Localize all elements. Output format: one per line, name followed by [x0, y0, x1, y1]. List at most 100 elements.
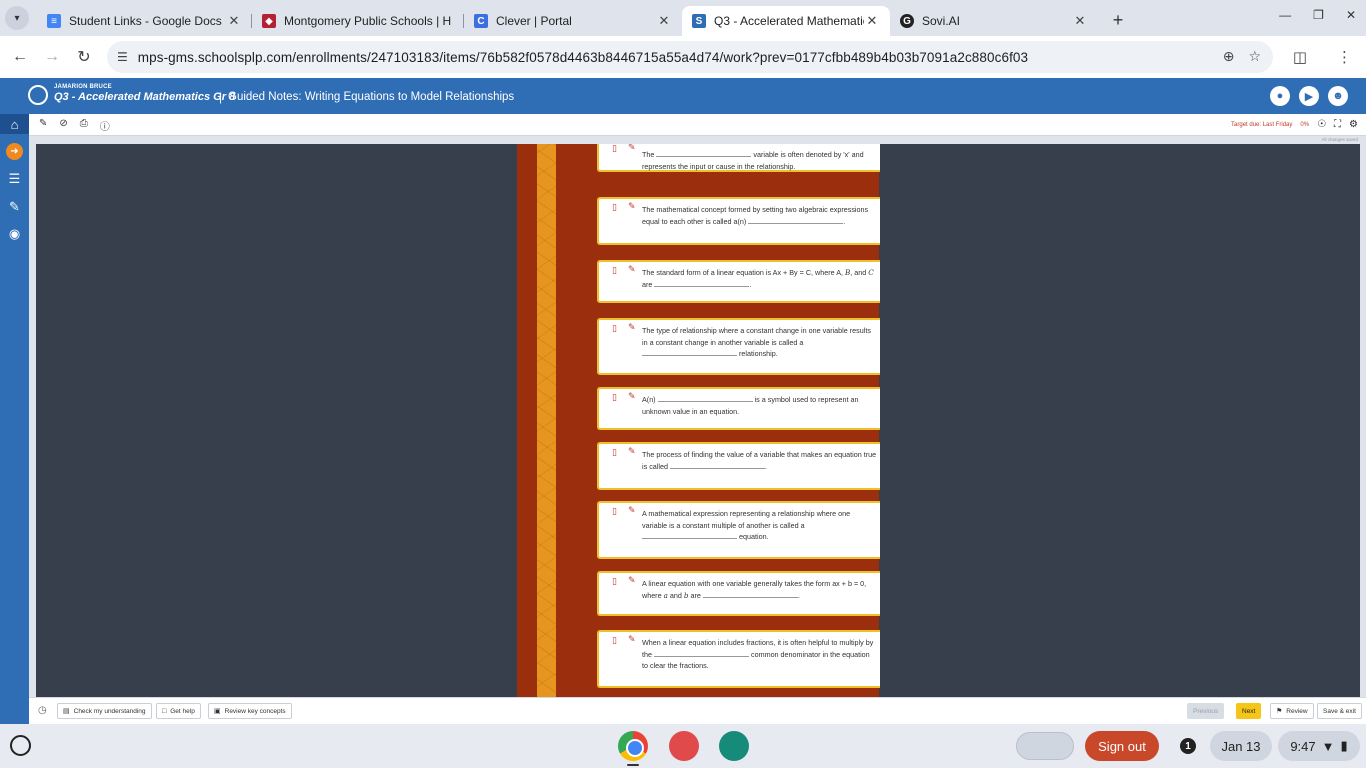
minimize-icon[interactable]: — — [1279, 8, 1291, 22]
button-label: Review key concepts — [224, 707, 286, 715]
next-button[interactable]: Next — [1236, 703, 1262, 719]
check-understanding-button[interactable]: ▤ Check my understanding — [57, 703, 152, 719]
kebab-menu-icon[interactable]: ⋮ — [1337, 48, 1352, 66]
browser-tab[interactable]: G Sovi.AI ✕ — [890, 6, 1098, 36]
zoom-icon[interactable]: ⊕ — [1223, 48, 1235, 65]
chrome-icon[interactable] — [618, 731, 648, 761]
info-icon[interactable]: ⓘ — [100, 118, 110, 133]
window-controls: — ❐ ✕ — [1279, 8, 1356, 22]
bookmark-icon[interactable]: ▯ — [612, 323, 617, 334]
accessibility-icon[interactable]: ☉ — [1317, 119, 1326, 130]
launcher-icon[interactable] — [10, 735, 31, 756]
answer-blank-input[interactable] — [669, 461, 765, 469]
extensions-icon[interactable]: ◫ — [1293, 48, 1307, 66]
bookmark-icon[interactable]: ▯ — [612, 506, 617, 517]
bookmark-icon[interactable]: ▯ — [612, 144, 617, 154]
notification-badge[interactable]: 1 — [1180, 738, 1196, 754]
bookmark-icon[interactable]: ▯ — [612, 265, 617, 276]
bookmark-icon[interactable]: ▯ — [612, 392, 617, 403]
classroom-icon[interactable] — [719, 731, 749, 761]
question-text-segment: A mathematical expression representing a… — [642, 509, 851, 530]
annotate-icon[interactable]: ✎ — [628, 322, 636, 333]
review-button[interactable]: ⚑ Review — [1270, 703, 1314, 719]
bookmark-star-icon[interactable]: ☆ — [1248, 48, 1261, 65]
annotate-icon[interactable]: ✎ — [628, 201, 636, 212]
annotate-icon[interactable]: ✎ — [628, 505, 636, 516]
site-info-icon[interactable]: ☰ — [117, 50, 128, 64]
answer-blank-input[interactable] — [654, 649, 749, 657]
question-text-segment: The type of relationship where a constan… — [642, 326, 871, 347]
question-text: The mathematical concept formed by setti… — [642, 204, 877, 227]
browser-toolbar: ← → ↻ ☰ mps-gms.schoolsplp.com/enrollmen… — [0, 36, 1366, 78]
date-display[interactable]: Jan 13 — [1210, 731, 1272, 761]
question-text-segment: are — [688, 590, 703, 600]
window-preview-thumbnail[interactable] — [1016, 732, 1074, 760]
browser-tab[interactable]: C Clever | Portal ✕ — [464, 6, 682, 36]
main-content-area: ▯ ✎ The variable is often denoted by 'x' a… — [36, 144, 1360, 697]
get-help-button[interactable]: □ Get help — [156, 703, 201, 719]
tab-title: Montgomery Public Schools | H — [284, 14, 452, 28]
bookmark-icon[interactable]: ▯ — [612, 202, 617, 213]
annotate-icon[interactable]: ✎ — [628, 446, 636, 457]
user-account-icon[interactable]: ☻ — [1328, 86, 1348, 106]
annotate-icon[interactable]: ✎ — [628, 391, 636, 402]
browser-tab-active[interactable]: S Q3 - Accelerated Mathematics G ✕ — [682, 6, 890, 36]
chat-icon[interactable]: ● — [1270, 86, 1290, 106]
eraser-icon[interactable]: ⊘ — [59, 118, 67, 133]
print-icon[interactable]: ⎙ — [80, 118, 88, 133]
pencil-icon[interactable]: ✎ — [39, 118, 47, 133]
answer-blank-input[interactable] — [642, 348, 737, 356]
bookmark-icon[interactable]: ▯ — [612, 447, 617, 458]
app-logo-icon[interactable] — [28, 85, 48, 105]
question-text-segment: and — [667, 590, 684, 600]
close-icon[interactable]: ✕ — [226, 13, 242, 29]
answer-blank-input[interactable] — [642, 531, 737, 539]
settings-gear-icon[interactable]: ⚙ — [1349, 119, 1358, 130]
home-icon[interactable]: ⌂ — [0, 114, 29, 134]
answer-blank-input[interactable] — [702, 590, 798, 598]
annotate-icon[interactable]: ✎ — [628, 144, 636, 153]
save-exit-button[interactable]: Save & exit — [1317, 703, 1362, 719]
address-bar[interactable]: ☰ mps-gms.schoolsplp.com/enrollments/247… — [107, 41, 1273, 73]
answer-blank-input[interactable] — [657, 394, 753, 402]
question-text-segment: are — [642, 279, 655, 289]
timer-icon[interactable]: ◷ — [38, 705, 47, 716]
annotate-icon[interactable]: ✎ — [628, 634, 636, 645]
bookmark-icon[interactable]: ▯ — [612, 576, 617, 587]
question-card: ▯ ✎ When a linear equation includes fracti… — [597, 630, 880, 688]
question-text-segment: equation. — [737, 532, 769, 541]
browser-tab[interactable]: ◆ Montgomery Public Schools | H — [252, 6, 464, 36]
question-card: ▯ ✎ A(n) is a symbol used to represent an … — [597, 387, 880, 430]
answer-blank-input[interactable] — [654, 279, 750, 287]
bookmark-icon[interactable]: ▯ — [612, 635, 617, 646]
sign-out-button[interactable]: Sign out — [1085, 731, 1159, 761]
header-separator: | — [219, 90, 223, 104]
assignment-arrow-icon[interactable]: ➜ — [6, 143, 23, 160]
edit-icon[interactable]: ✎ — [5, 197, 24, 216]
close-icon[interactable]: ✕ — [1072, 13, 1088, 29]
left-sidebar: ⌂ ➜ ☰ ✎ ◉ — [0, 114, 29, 724]
close-window-icon[interactable]: ✕ — [1346, 8, 1356, 22]
tab-search-icon[interactable]: ▾ — [5, 6, 29, 30]
paint-palette-icon[interactable] — [669, 731, 699, 761]
fullscreen-icon[interactable]: ⛶ — [1334, 119, 1341, 130]
review-key-concepts-button[interactable]: ▣ Review key concepts — [208, 703, 292, 719]
answer-blank-input[interactable] — [748, 216, 844, 224]
question-card: ▯ ✎ The mathematical concept formed by set… — [597, 197, 880, 245]
annotate-icon[interactable]: ✎ — [628, 264, 636, 275]
restore-icon[interactable]: ❐ — [1313, 8, 1324, 22]
reload-icon[interactable]: ↻ — [68, 47, 100, 67]
previous-button[interactable]: Previous — [1187, 703, 1225, 719]
new-tab-icon[interactable]: + — [1106, 10, 1130, 31]
back-icon[interactable]: ← — [4, 48, 36, 66]
status-tray[interactable]: 9:47 ▼ ▮ — [1278, 731, 1360, 761]
annotate-icon[interactable]: ✎ — [628, 575, 636, 586]
browser-tab[interactable]: ≡ Student Links - Google Docs ✕ — [37, 6, 252, 36]
tools-icon[interactable]: ◉ — [5, 224, 24, 243]
video-icon[interactable]: ▶ — [1299, 86, 1319, 106]
layers-icon[interactable]: ☰ — [5, 169, 24, 188]
forward-icon[interactable]: → — [36, 48, 68, 66]
close-icon[interactable]: ✕ — [864, 13, 880, 29]
close-icon[interactable]: ✕ — [656, 13, 672, 29]
answer-blank-input[interactable] — [656, 149, 752, 157]
